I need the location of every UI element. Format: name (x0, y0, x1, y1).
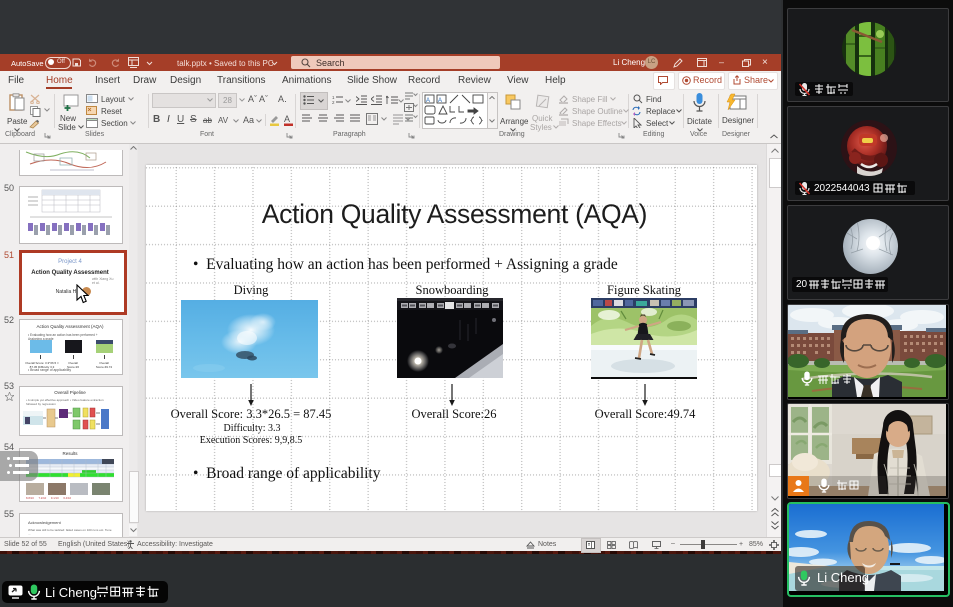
svg-text:A: A (426, 98, 430, 104)
svg-text:2: 2 (332, 100, 335, 105)
svg-text:A: A (438, 98, 442, 104)
svg-text:A: A (284, 114, 290, 124)
